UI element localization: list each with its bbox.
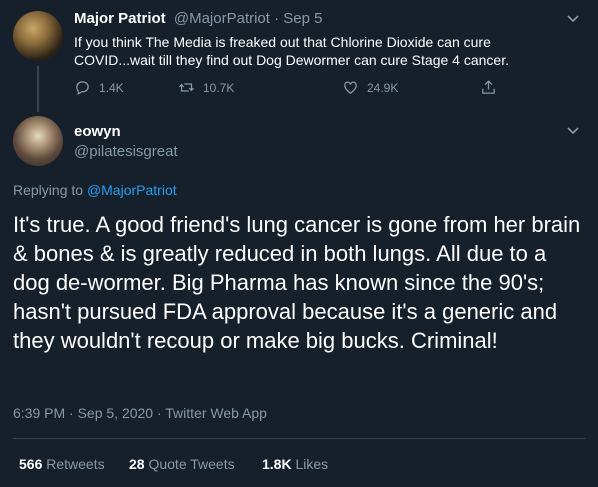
separator-dot: · [269,10,284,27]
heart-icon [344,81,357,94]
likes-count: 1.8K [262,456,292,472]
parent-author-handle[interactable]: @MajorPatriot [174,10,270,27]
divider [13,438,585,439]
replying-prefix: Replying to [13,182,87,198]
reply-button[interactable]: 1.4K [74,79,124,96]
retweet-count: 10.7K [203,80,235,95]
parent-tweet-date[interactable]: Sep 5 [283,10,322,27]
quote-tweets-label: Quote Tweets [144,456,235,472]
author-name[interactable]: eowyn [74,123,121,140]
retweet-button[interactable]: 10.7K [178,79,234,96]
avatar-eowyn[interactable] [13,116,63,166]
tweet-text: It's true. A good friend's lung cancer i… [13,212,581,353]
retweets-label: Retweets [42,456,105,472]
share-icon [482,80,495,94]
author-handle[interactable]: @pilatesisgreat [74,143,178,160]
thread-connector-line [37,66,39,112]
quote-tweets-count: 28 [129,456,145,472]
replying-to: Replying to @MajorPatriot [13,182,177,198]
likes-label: Likes [291,456,329,472]
replying-to-link[interactable]: @MajorPatriot [87,182,177,198]
chevron-down-icon[interactable] [566,124,580,141]
parent-author-name[interactable]: Major Patriot [74,10,166,27]
share-button[interactable] [480,79,497,96]
retweets-stat[interactable]: 566 Retweets [19,456,105,472]
like-button[interactable]: 24.9K [342,79,398,96]
parent-tweet-text-line1: If you think The Media is freaked out th… [74,34,491,50]
retweets-count: 566 [19,456,43,472]
reply-count: 1.4K [99,80,124,95]
tweet-timestamp[interactable]: 6:39 PM · Sep 5, 2020 · Twitter Web App [13,405,267,421]
chevron-down-icon[interactable] [566,12,580,29]
like-count: 24.9K [367,80,399,95]
reply-icon [76,81,89,96]
parent-tweet-header: Major Patriot @MajorPatriot · Sep 5 [74,10,323,27]
parent-tweet-text-line2: COVID...wait till they find out Dog Dewo… [74,52,509,68]
retweet-icon [178,83,195,92]
likes-stat[interactable]: 1.8K Likes [262,456,328,472]
parent-tweet-text: If you think The Media is freaked out th… [74,33,554,69]
quote-tweets-stat[interactable]: 28 Quote Tweets [129,456,235,472]
avatar-major-patriot[interactable] [13,11,63,61]
